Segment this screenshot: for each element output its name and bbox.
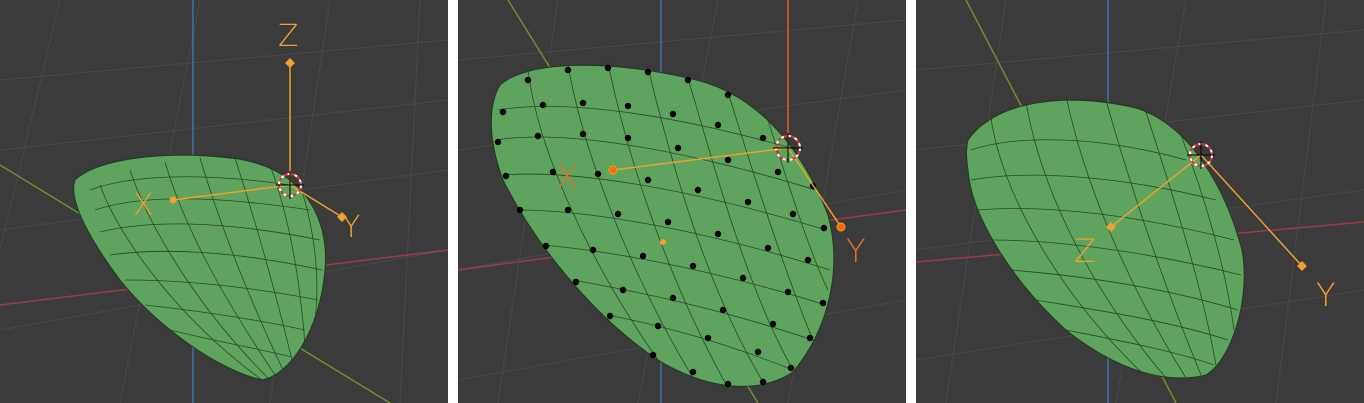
gizmo-y-label: Y xyxy=(342,210,360,245)
viewport-left[interactable]: Z X Y xyxy=(0,0,448,403)
gizmo-y-label: Y xyxy=(846,232,866,270)
gizmo-y-label: Y xyxy=(1316,276,1336,314)
gizmo-x-label: X xyxy=(556,158,578,196)
gizmo-z-label: Z xyxy=(278,19,299,54)
viewport-left-canvas[interactable]: Z X Y xyxy=(0,0,448,403)
gizmo-x-label: X xyxy=(133,188,154,223)
viewport-center-canvas[interactable]: X Y xyxy=(458,0,906,403)
viewport-center[interactable]: X Y xyxy=(458,0,906,403)
viewport-right[interactable]: Z Y xyxy=(916,0,1364,403)
viewport-right-canvas[interactable]: Z Y xyxy=(916,0,1364,403)
gizmo-z-label: Z xyxy=(1074,232,1096,270)
